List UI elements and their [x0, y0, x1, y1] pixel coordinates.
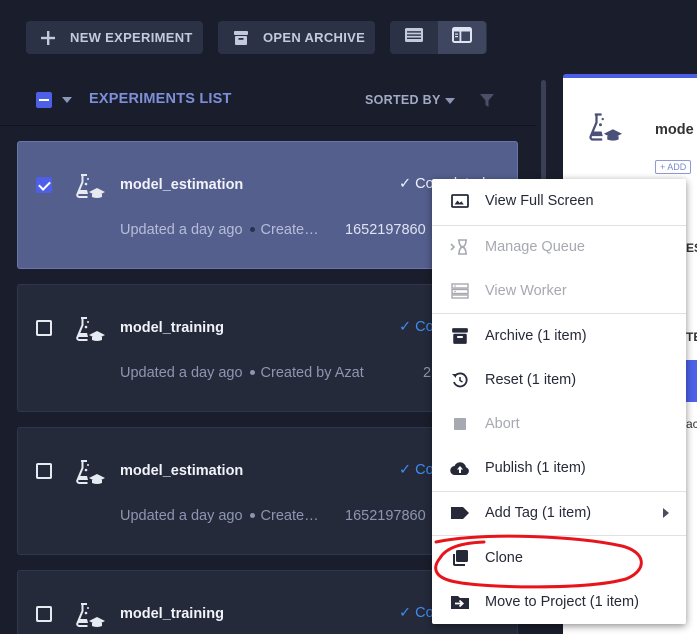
menu-item-view-worker[interactable]: View Worker	[432, 269, 686, 313]
experiment-id: 2	[423, 365, 432, 381]
experiment-checkbox[interactable]	[36, 463, 52, 479]
experiment-name[interactable]: model_training	[120, 320, 224, 336]
view-mode-toggle	[390, 21, 487, 54]
menu-item-view-full-screen[interactable]: View Full Screen	[432, 179, 686, 223]
separator-dot	[249, 226, 255, 232]
sort-chevron-down-icon[interactable]	[445, 98, 455, 104]
experiment-meta: Updated a day ago Create…	[120, 222, 319, 238]
info-panel-action-button[interactable]	[686, 360, 697, 402]
menu-item-label: View Full Screen	[485, 193, 594, 209]
menu-item-label: Abort	[485, 416, 520, 432]
experiment-name[interactable]: model_training	[120, 606, 224, 622]
info-panel-tab-partial[interactable]: ES	[686, 241, 697, 255]
experiment-id: 1652197860	[345, 508, 426, 524]
details-view-icon	[452, 27, 472, 48]
separator-dot	[249, 512, 255, 518]
reset-icon	[432, 371, 485, 389]
archive-icon	[218, 30, 263, 46]
select-all-checkbox[interactable]	[36, 92, 52, 108]
experiment-id: 1652197860	[345, 222, 426, 238]
menu-item-reset[interactable]: Reset (1 item)	[432, 358, 686, 402]
experiment-checkbox[interactable]	[36, 177, 52, 193]
experiment-meta: Updated a day ago Create…	[120, 508, 319, 524]
experiment-updated: Updated a day ago	[120, 365, 243, 381]
open-archive-button[interactable]: OPEN ARCHIVE	[218, 21, 375, 54]
separator-dot	[249, 369, 255, 375]
menu-item-label: Manage Queue	[485, 239, 585, 255]
experiment-created: Create…	[260, 508, 319, 524]
menu-item-label: Archive (1 item)	[485, 328, 587, 344]
submenu-arrow-icon	[663, 508, 669, 518]
menu-item-label: Move to Project (1 item)	[485, 594, 639, 610]
experiment-meta: Updated a day ago Created by Azat	[120, 365, 364, 381]
select-menu-caret-icon[interactable]	[62, 97, 72, 103]
add-tag-button[interactable]: + ADD	[655, 160, 692, 174]
sorted-by-label: SORTED BY	[365, 93, 441, 107]
experiment-status: ✓ Co	[399, 462, 434, 478]
experiment-name[interactable]: model_estimation	[120, 177, 243, 193]
experiment-name[interactable]: model_estimation	[120, 463, 243, 479]
menu-item-label: Publish (1 item)	[485, 460, 586, 476]
experiment-type-icon	[75, 602, 105, 633]
experiment-status: ✓ Co	[399, 605, 434, 621]
experiment-status: ✓ Co	[399, 319, 434, 335]
cloud-upload-icon	[432, 460, 485, 476]
experiment-created: Created by Azat	[260, 365, 364, 381]
tag-icon	[432, 506, 485, 520]
experiment-type-icon	[75, 459, 105, 490]
queue-icon	[432, 238, 485, 256]
menu-item-label: Add Tag (1 item)	[485, 505, 592, 521]
table-view-icon	[404, 27, 424, 48]
experiment-checkbox[interactable]	[36, 606, 52, 622]
open-archive-label: OPEN ARCHIVE	[263, 30, 366, 45]
info-panel-experiment-name: mode	[655, 122, 694, 138]
experiment-checkbox[interactable]	[36, 320, 52, 336]
experiment-type-icon	[75, 173, 105, 204]
new-experiment-label: NEW EXPERIMENT	[70, 30, 193, 45]
worker-icon	[432, 283, 485, 299]
experiments-list-header: EXPERIMENTS LIST SORTED BY	[0, 74, 536, 126]
menu-item-label: Reset (1 item)	[485, 372, 577, 388]
menu-item-publish[interactable]: Publish (1 item)	[432, 446, 686, 490]
menu-item-add-tag[interactable]: Add Tag (1 item)	[432, 491, 686, 535]
info-panel-accent-bar	[563, 74, 697, 78]
move-to-project-icon	[432, 594, 485, 610]
experiment-created: Create…	[260, 222, 319, 238]
stop-icon	[432, 417, 485, 431]
experiment-type-icon	[588, 112, 622, 147]
new-experiment-button[interactable]: NEW EXPERIMENT	[26, 21, 203, 54]
table-view-button[interactable]	[390, 21, 438, 54]
fullscreen-icon	[432, 193, 485, 209]
experiment-updated: Updated a day ago	[120, 222, 243, 238]
menu-item-manage-queue[interactable]: Manage Queue	[432, 225, 686, 269]
red-annotation-circle	[434, 534, 643, 589]
experiments-list-title: EXPERIMENTS LIST	[89, 91, 232, 107]
menu-item-abort[interactable]: Abort	[432, 402, 686, 446]
plus-icon	[26, 30, 70, 46]
archive-icon	[432, 327, 485, 345]
top-toolbar: NEW EXPERIMENT OPEN ARCHIVE	[0, 0, 697, 74]
filter-icon[interactable]	[480, 94, 494, 113]
menu-item-archive[interactable]: Archive (1 item)	[432, 314, 686, 358]
info-panel-text-partial: ac	[686, 417, 697, 431]
details-view-button[interactable]	[438, 21, 486, 54]
experiment-updated: Updated a day ago	[120, 508, 243, 524]
experiment-type-icon	[75, 316, 105, 347]
menu-item-label: View Worker	[485, 283, 567, 299]
info-panel-section-partial: TE	[686, 330, 697, 344]
sorted-by-button[interactable]: SORTED BY	[365, 93, 441, 107]
